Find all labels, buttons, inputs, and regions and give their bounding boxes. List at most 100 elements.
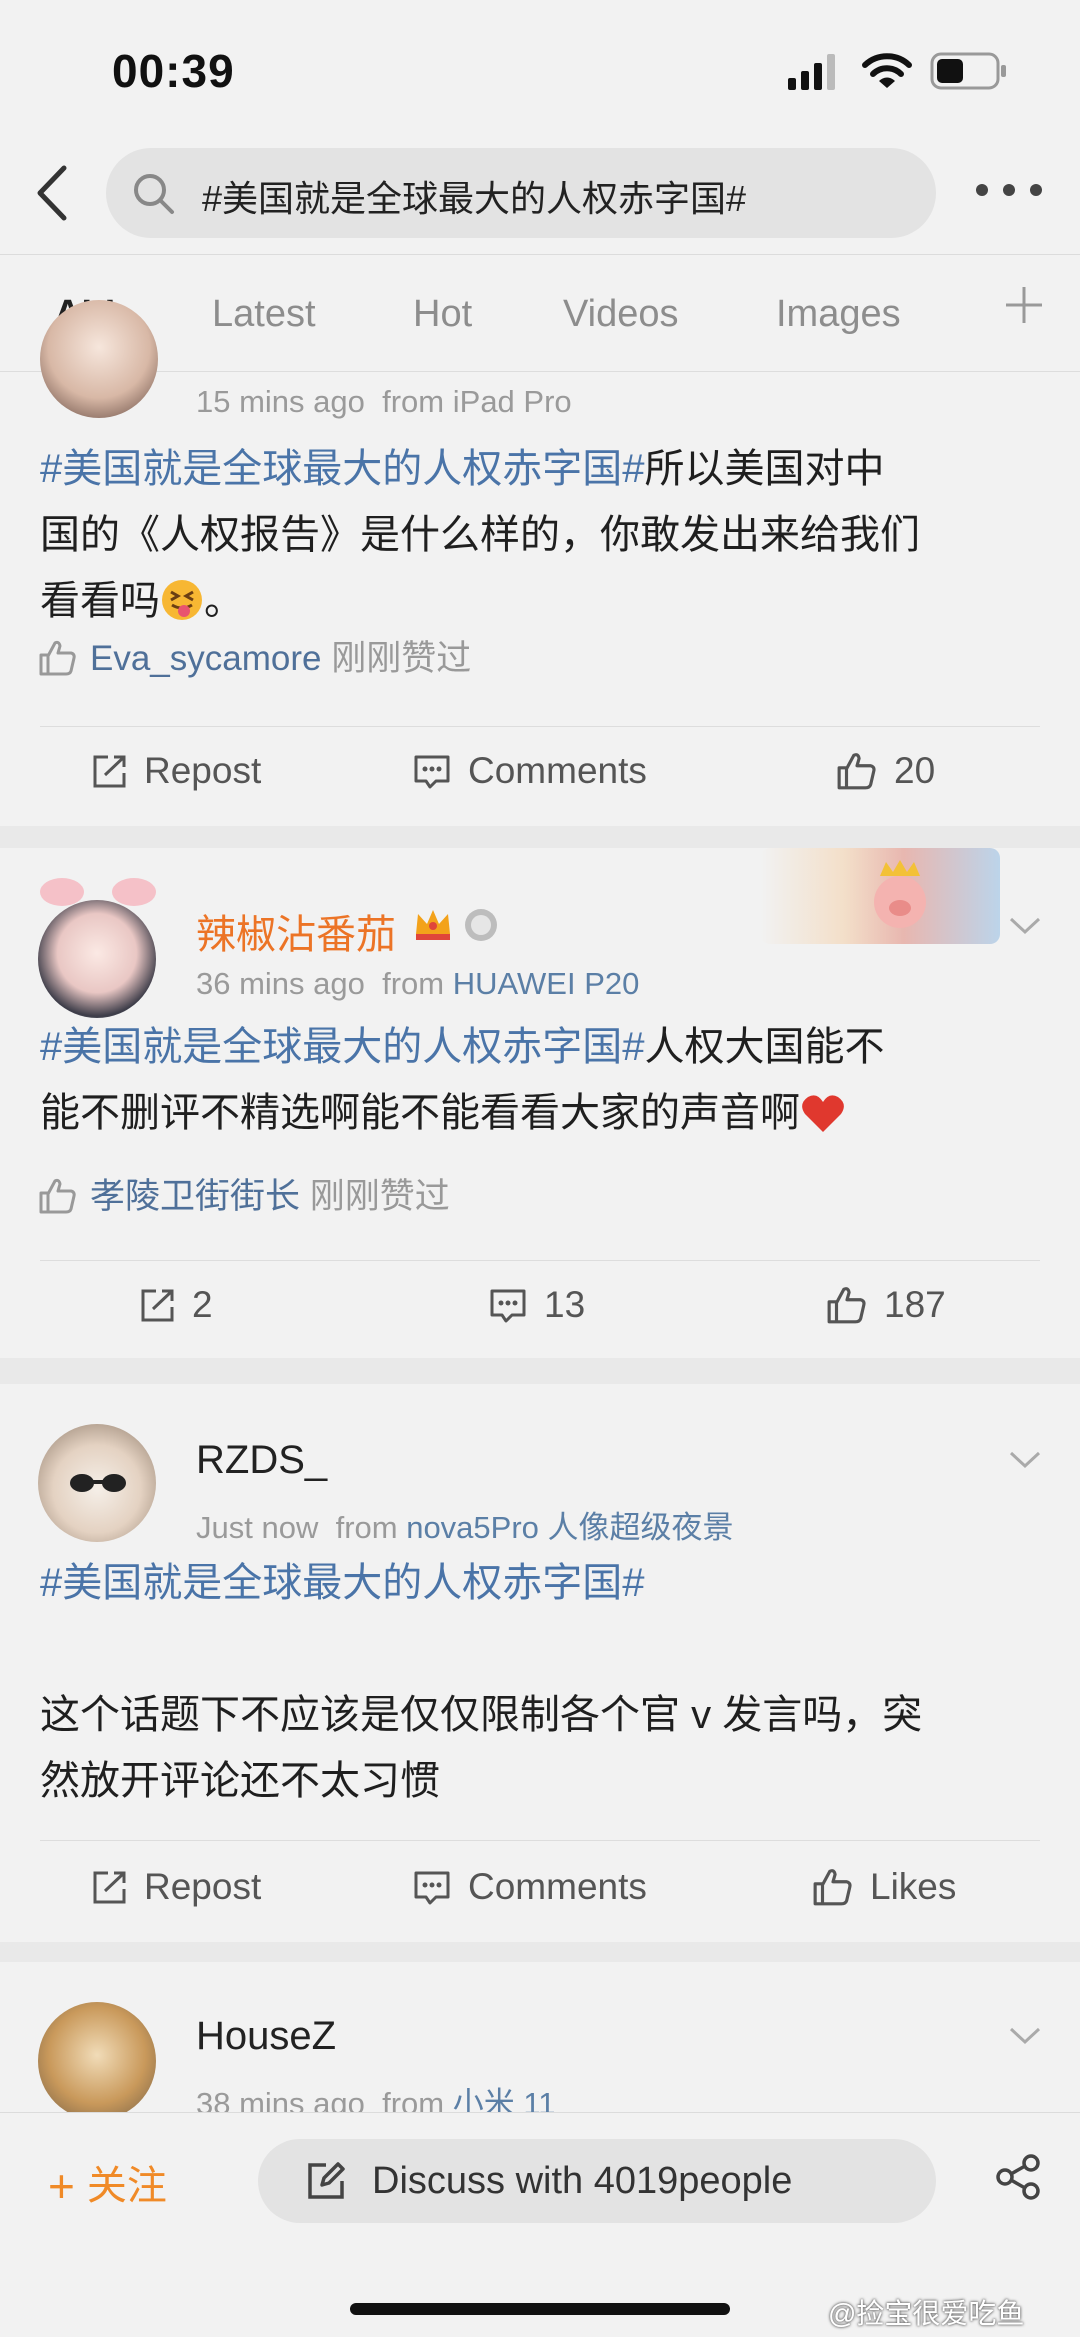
thumbs-up-icon xyxy=(813,1869,852,1906)
avatar[interactable] xyxy=(38,900,156,1018)
status-bar: 00:39 xyxy=(0,0,1080,140)
post-text: #美国就是全球最大的人权赤字国#人权大国能不 能不删评不精选啊能不能看看大家的声… xyxy=(40,1014,1040,1146)
from-label: from xyxy=(382,966,445,1001)
post-text-part: 所以美国对中 xyxy=(644,447,885,491)
like-button[interactable]: 20 xyxy=(836,750,935,792)
like-button[interactable]: 187 xyxy=(826,1284,946,1326)
post-username[interactable]: RZDS_ xyxy=(196,1438,327,1483)
post-source[interactable]: 小米 11 xyxy=(453,2086,556,2112)
share-icon[interactable] xyxy=(994,2153,1042,2201)
topic-link[interactable]: #美国就是全球最大的人权赤字国# xyxy=(40,1561,645,1605)
chevron-down-icon[interactable] xyxy=(1008,916,1042,936)
comment-icon xyxy=(414,1871,450,1905)
tab-videos[interactable]: Videos xyxy=(563,293,679,336)
post-text-part: 人权大国能不 xyxy=(644,1025,885,1069)
likes-count: 187 xyxy=(884,1284,946,1325)
post-source: iPad Pro xyxy=(452,384,572,419)
comments-button[interactable]: Comments xyxy=(412,1866,647,1908)
pig-icon xyxy=(874,860,926,928)
divider xyxy=(40,726,1040,727)
likes-count: 20 xyxy=(894,750,936,791)
liked-by-row: Eva_sycamore 刚刚赞过 xyxy=(38,630,471,681)
post-meta: Just now from nova5Pro 人像超级夜景 xyxy=(196,1502,734,1547)
like-button[interactable]: Likes xyxy=(812,1866,956,1908)
post-meta: 36 mins ago from HUAWEI P20 xyxy=(196,966,639,1002)
post-source[interactable]: nova5Pro 人像超级夜景 xyxy=(406,1510,733,1545)
comment-icon xyxy=(414,755,450,789)
divider xyxy=(40,1840,1040,1841)
post-time: 15 mins ago xyxy=(196,384,365,419)
topic-link[interactable]: #美国就是全球最大的人权赤字国# xyxy=(40,447,645,491)
repost-icon xyxy=(93,1871,126,1904)
post-text-part: 。 xyxy=(204,579,244,623)
back-arrow-icon[interactable] xyxy=(30,160,74,226)
topic-link[interactable]: #美国就是全球最大的人权赤字国# xyxy=(40,1025,645,1069)
post-text-part: 能不删评不精选啊能不能看看大家的声音啊 xyxy=(40,1091,800,1135)
post-username[interactable]: 辣椒沾番茄 xyxy=(196,902,396,960)
post-username[interactable]: HouseZ xyxy=(196,2014,336,2059)
medal-badge-icon xyxy=(465,909,497,941)
chevron-down-icon[interactable] xyxy=(1008,1450,1042,1470)
from-label: from xyxy=(335,1510,398,1545)
post-source[interactable]: HUAWEI P20 xyxy=(453,966,640,1001)
watermark: @捡宝很爱吃鱼 xyxy=(828,2298,1025,2329)
bunny-ears-decoration-icon xyxy=(40,878,156,906)
tab-bar: ALL Latest Hot Videos Images xyxy=(0,254,1080,372)
thumbs-up-icon xyxy=(39,640,76,676)
search-query: #美国就是全球最大的人权赤字国# xyxy=(202,178,747,219)
search-icon xyxy=(134,174,174,214)
post-text-part: 国的《人权报告》是什么样的，你敢发出来给我们 xyxy=(40,513,920,557)
post-card[interactable]: 辣椒沾番茄 36 mins ago from HUAWEI P20 #美国就是全… xyxy=(0,848,1080,1358)
repost-count: 2 xyxy=(192,1284,213,1325)
post-card[interactable]: HouseZ 38 mins ago from 小米 11 xyxy=(0,1962,1080,2112)
battery-icon xyxy=(930,52,1006,90)
pig-king-decoration-image xyxy=(760,848,1000,944)
post-text-part: 这个话题下不应该是仅仅限制各个官 v 发言吗，突 xyxy=(40,1693,923,1737)
tab-latest[interactable]: Latest xyxy=(212,293,316,336)
wifi-icon xyxy=(862,53,912,88)
repost-button[interactable]: Repost xyxy=(90,750,261,792)
liked-by-user[interactable]: 孝陵卫街街长 xyxy=(90,1177,300,1216)
repost-icon xyxy=(141,1289,174,1322)
tongue-out-emoji-icon xyxy=(162,580,202,620)
thumbs-up-icon xyxy=(39,1178,76,1214)
avatar[interactable] xyxy=(38,1424,156,1542)
post-time: 36 mins ago xyxy=(196,966,365,1001)
comments-label: Comments xyxy=(468,750,647,791)
post-text: #美国就是全球最大的人权赤字国#所以美国对中 国的《人权报告》是什么样的，你敢发… xyxy=(40,436,1040,634)
add-tab-icon[interactable] xyxy=(1004,285,1044,325)
comments-label: Comments xyxy=(468,1866,647,1907)
post-card[interactable]: 15 mins ago from iPad Pro #美国就是全球最大的人权赤字… xyxy=(0,300,1080,826)
repost-button[interactable]: 2 xyxy=(138,1284,213,1326)
signal-icon xyxy=(788,54,835,90)
comments-count: 13 xyxy=(544,1284,586,1325)
plus-icon: + xyxy=(48,2160,75,2212)
avatar[interactable] xyxy=(40,300,158,418)
tab-images[interactable]: Images xyxy=(776,293,901,336)
from-label: from xyxy=(382,384,445,419)
liked-suffix: 刚刚赞过 xyxy=(331,639,472,678)
comments-button[interactable]: Comments xyxy=(412,750,647,792)
heart-icon xyxy=(802,1095,844,1132)
more-options-icon[interactable] xyxy=(976,184,1046,200)
post-card[interactable]: RZDS_ Just now from nova5Pro 人像超级夜景 #美国就… xyxy=(0,1384,1080,1942)
post-text: #美国就是全球最大的人权赤字国# 这个话题下不应该是仅仅限制各个官 v 发言吗，… xyxy=(40,1550,1040,1814)
post-text-part: 然放开评论还不太习惯 xyxy=(40,1759,440,1803)
tab-hot[interactable]: Hot xyxy=(413,293,472,336)
post-text-part: 看看吗 xyxy=(40,579,160,623)
repost-label: Repost xyxy=(144,1866,262,1907)
avatar[interactable] xyxy=(38,2002,156,2112)
post-meta: 38 mins ago from 小米 11 xyxy=(196,2078,556,2112)
repost-button[interactable]: Repost xyxy=(90,1866,261,1908)
divider xyxy=(40,1260,1040,1261)
discuss-button[interactable]: Discuss with 4019people xyxy=(258,2139,936,2223)
liked-by-row: 孝陵卫街街长 刚刚赞过 xyxy=(38,1168,450,1219)
sunglasses-icon xyxy=(70,1474,126,1492)
home-indicator[interactable] xyxy=(350,2303,730,2315)
chevron-down-icon[interactable] xyxy=(1008,2026,1042,2046)
follow-button[interactable]: + 关注 xyxy=(48,2153,167,2213)
liked-by-user[interactable]: Eva_sycamore xyxy=(90,639,321,678)
comments-button[interactable]: 13 xyxy=(488,1284,585,1326)
thumbs-up-icon xyxy=(827,1287,866,1324)
search-bar[interactable]: #美国就是全球最大的人权赤字国# xyxy=(106,148,936,238)
